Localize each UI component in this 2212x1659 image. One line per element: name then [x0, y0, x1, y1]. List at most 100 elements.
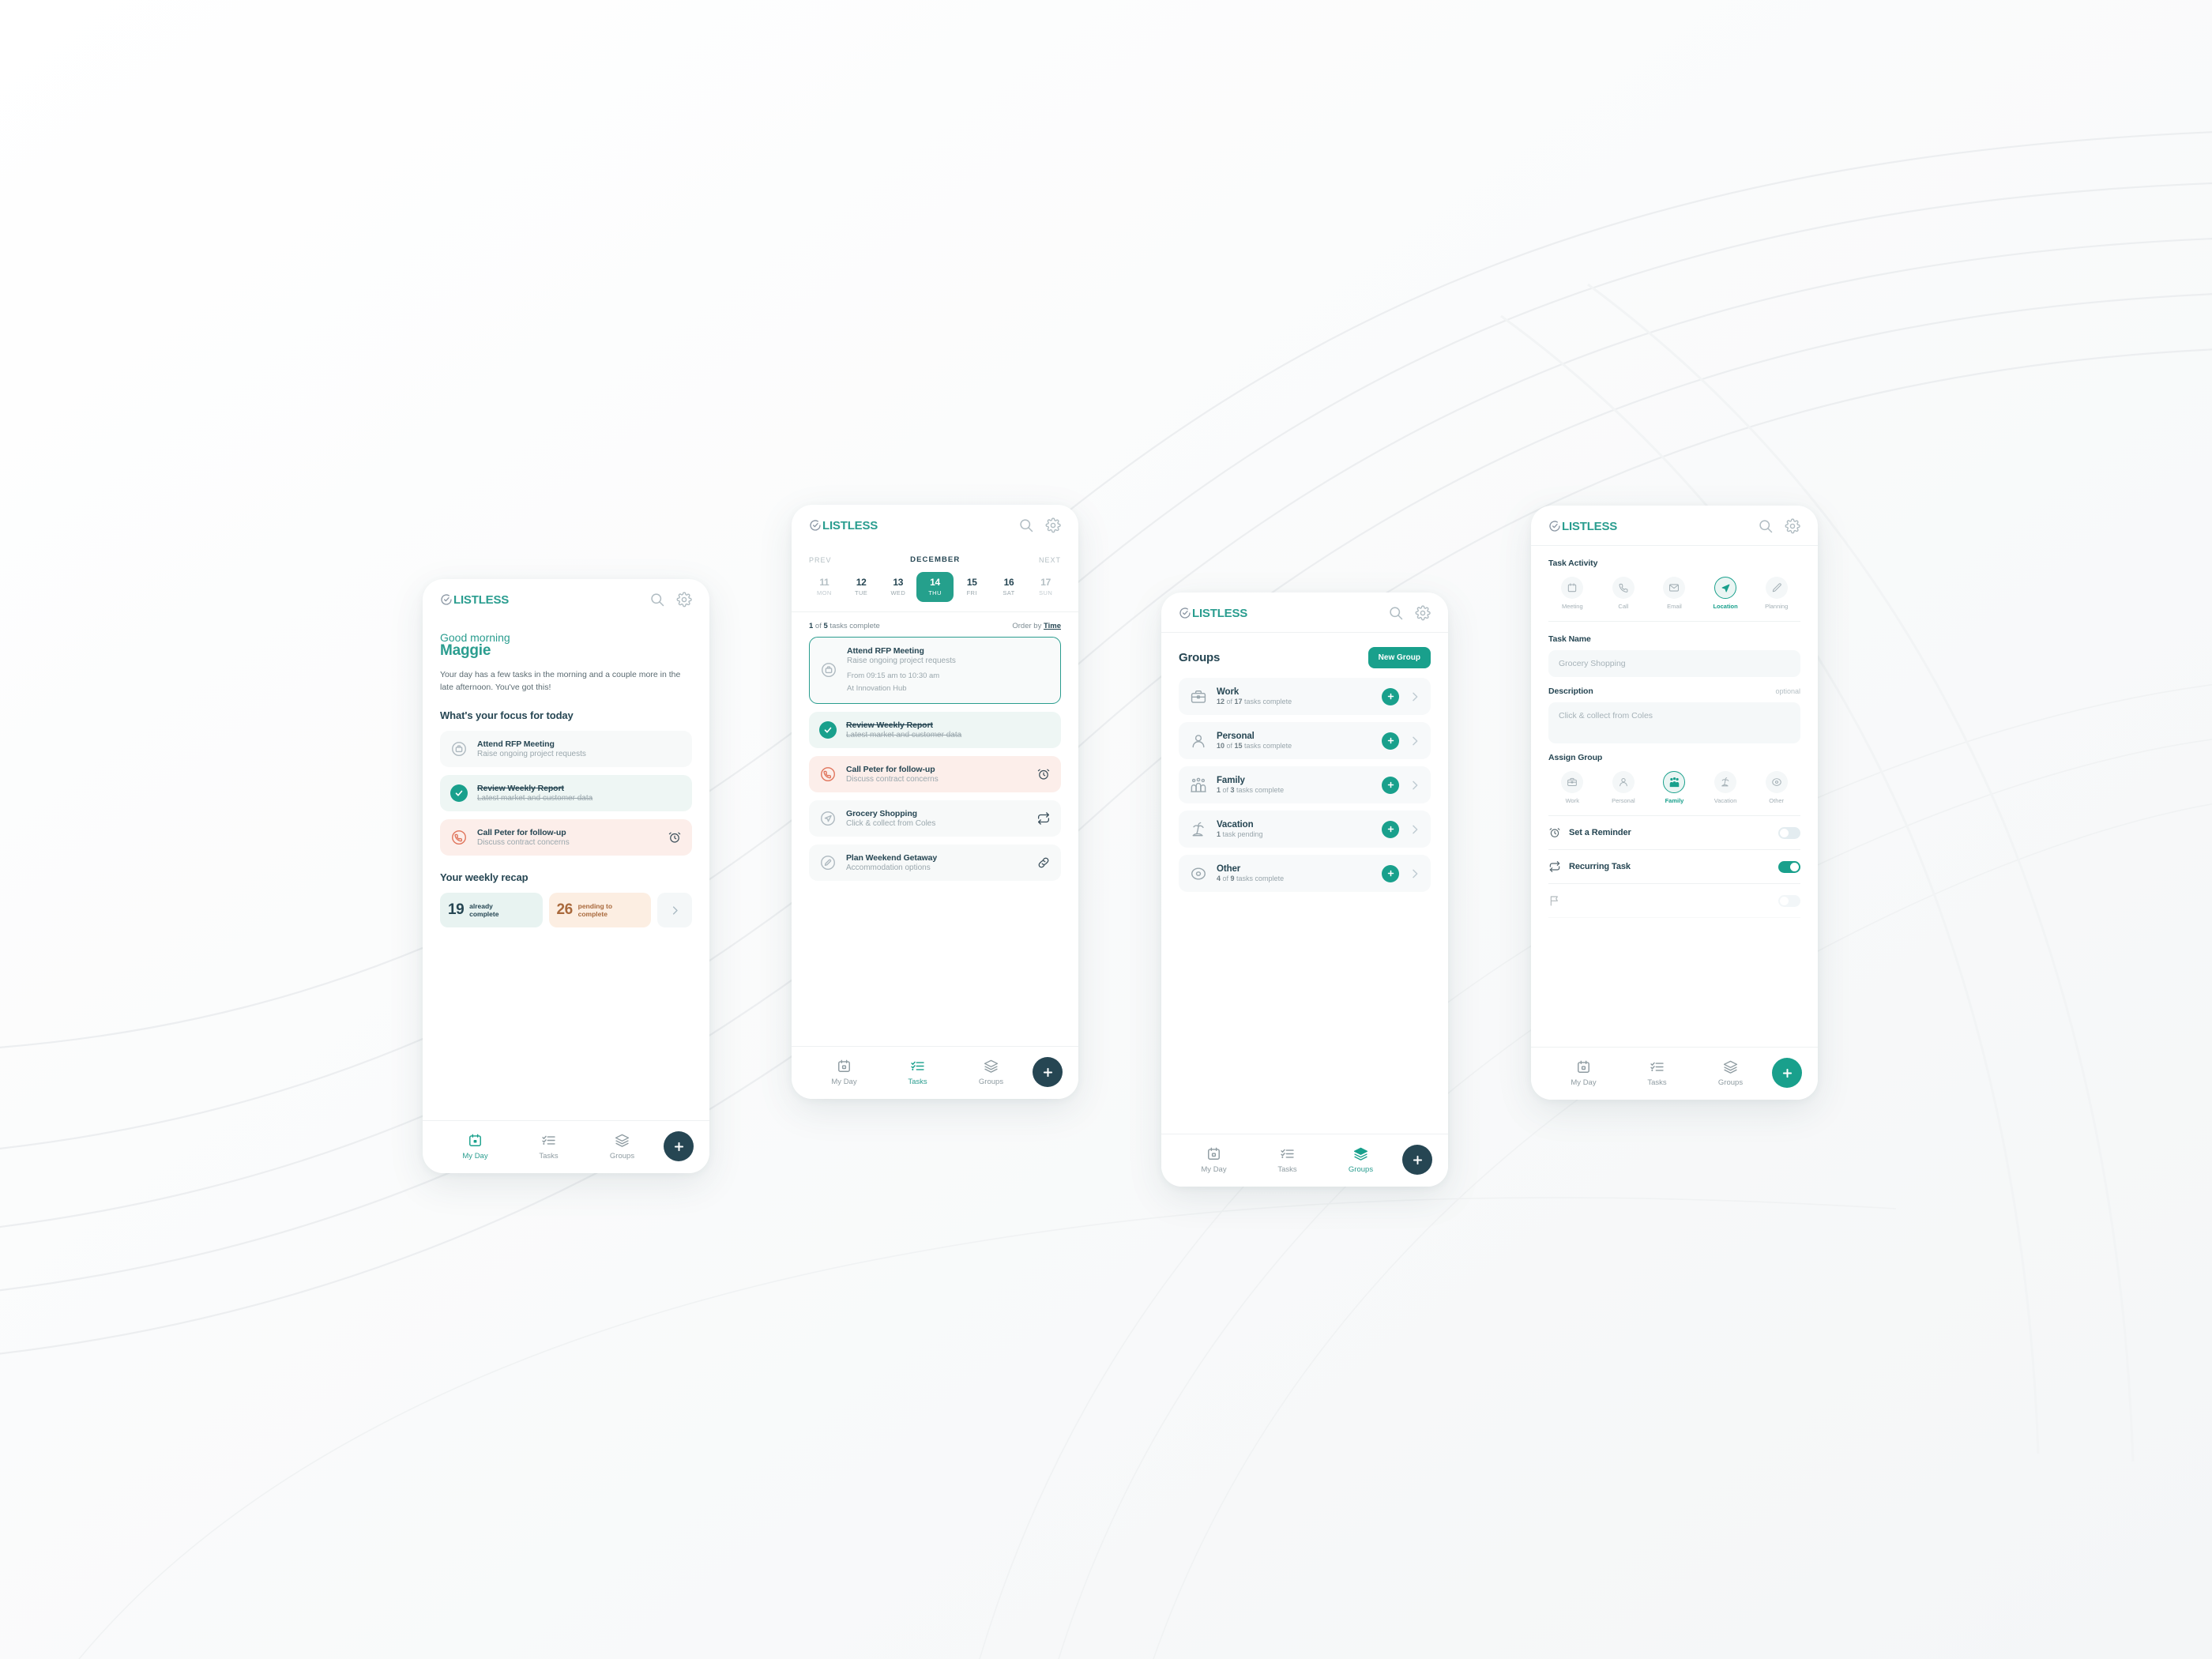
nav-label: My Day: [831, 1077, 857, 1086]
description-input[interactable]: Click & collect from Coles: [1548, 702, 1800, 743]
task-review-weekly-report[interactable]: Review Weekly Report Latest market and c…: [809, 711, 1061, 748]
stat-pending-complete[interactable]: 26 pending to complete: [548, 893, 651, 928]
layers-icon: [1353, 1147, 1368, 1161]
task-plan-weekend-getaway[interactable]: Plan Weekend Getaway Accommodation optio…: [809, 844, 1061, 881]
new-group-button[interactable]: New Group: [1367, 647, 1431, 668]
focus-section: What's your focus for today Attend RFP M…: [423, 709, 709, 856]
search-icon[interactable]: [1388, 605, 1404, 621]
nav-item-my-day[interactable]: My Day: [1547, 1059, 1620, 1087]
calendar-prev-button[interactable]: PREV: [809, 556, 832, 564]
task-grocery-shopping[interactable]: Grocery Shopping Click & collect from Co…: [809, 799, 1061, 837]
task-text: Review Weekly Report Latest market and c…: [477, 784, 682, 803]
plus-icon: [1782, 1068, 1792, 1078]
toggle-label: Set a Reminder: [1569, 828, 1631, 837]
add-to-group-button[interactable]: [1382, 864, 1399, 882]
add-to-group-button[interactable]: [1382, 776, 1399, 794]
calendar-day-12[interactable]: 12 TUE: [843, 572, 880, 602]
search-icon[interactable]: [1018, 517, 1034, 533]
calendar-next-button[interactable]: NEXT: [1039, 556, 1061, 564]
group-name: Personal: [1217, 732, 1255, 741]
recurring-task-switch[interactable]: [1778, 860, 1800, 873]
add-task-fab[interactable]: [664, 1131, 694, 1161]
nav-item-my-day[interactable]: My Day: [807, 1059, 881, 1086]
stat-label-line2: complete: [577, 910, 608, 919]
set-reminder-switch[interactable]: [1778, 826, 1800, 839]
nav-item-groups[interactable]: Groups: [954, 1059, 1028, 1086]
calendar-day-16[interactable]: 16 SAT: [991, 572, 1028, 602]
activity-chip-meeting[interactable]: Meeting: [1548, 577, 1597, 610]
calendar-day-14-selected[interactable]: 14 THU: [916, 572, 954, 602]
group-chip-other[interactable]: Other: [1752, 771, 1800, 804]
toggle-recurring-task-row[interactable]: Recurring Task: [1548, 850, 1800, 884]
nav-item-groups[interactable]: Groups: [1694, 1059, 1767, 1087]
group-chip-vacation[interactable]: Vacation: [1702, 771, 1750, 804]
toggle-set-reminder-row[interactable]: Set a Reminder: [1548, 816, 1800, 850]
gear-icon[interactable]: [1415, 605, 1431, 621]
task-attend-rfp-meeting[interactable]: Attend RFP Meeting Raise ongoing project…: [809, 637, 1061, 704]
group-row-other[interactable]: Other 4 of 9 tasks complete: [1179, 855, 1431, 892]
envelope-icon: [1669, 584, 1680, 592]
nav-item-tasks[interactable]: Tasks: [512, 1133, 585, 1161]
add-to-group-button[interactable]: [1382, 820, 1399, 838]
alarm-icon[interactable]: [1036, 767, 1051, 781]
gear-icon[interactable]: [1045, 517, 1061, 533]
group-row-vacation[interactable]: Vacation 1 task pending: [1179, 811, 1431, 848]
activity-chip-email[interactable]: Email: [1650, 577, 1698, 610]
toggle-row-partially-hidden[interactable]: [1548, 884, 1800, 918]
calendar-day-11[interactable]: 11 MON: [806, 572, 843, 602]
hidden-switch[interactable]: [1778, 894, 1800, 907]
add-task-fab[interactable]: [1402, 1145, 1432, 1175]
recap-more-button[interactable]: [657, 893, 692, 928]
calendar-day-15[interactable]: 15 FRI: [954, 572, 991, 602]
chevron-right-icon[interactable]: [1409, 867, 1421, 880]
add-task-fab[interactable]: [1772, 1058, 1802, 1088]
add-to-group-button[interactable]: [1382, 732, 1399, 750]
task-call-peter[interactable]: Call Peter for follow-up Discuss contrac…: [809, 755, 1061, 792]
nav-item-tasks[interactable]: Tasks: [881, 1059, 954, 1086]
bottom-navigation: My Day Tasks Groups: [1531, 1047, 1818, 1100]
stat-already-complete[interactable]: 19 already complete: [440, 893, 543, 928]
day-summary-text: Your day has a few tasks in the morning …: [440, 670, 681, 692]
calendar-day-17[interactable]: 17 SUN: [1027, 572, 1064, 602]
nav-item-my-day[interactable]: My Day: [438, 1133, 512, 1161]
group-chip-personal[interactable]: Personal: [1600, 771, 1648, 804]
chevron-right-icon[interactable]: [1409, 823, 1421, 836]
chevron-right-icon[interactable]: [1409, 735, 1421, 747]
group-row-family[interactable]: Family 1 of 3 tasks complete: [1179, 766, 1431, 803]
activity-chip-location[interactable]: Location: [1702, 577, 1750, 610]
calendar-month-label: DECEMBER: [910, 555, 961, 564]
nav-item-groups[interactable]: Groups: [1324, 1146, 1398, 1174]
task-name-input[interactable]: Grocery Shopping: [1548, 650, 1800, 677]
group-row-personal[interactable]: Personal 10 of 15 tasks complete: [1179, 722, 1431, 759]
order-by-control[interactable]: Order by Time: [1012, 622, 1061, 630]
activity-chip-planning[interactable]: Planning: [1752, 577, 1800, 610]
gear-icon[interactable]: [1785, 518, 1800, 534]
alarm-icon[interactable]: [668, 830, 682, 845]
calendar-day-13[interactable]: 13 WED: [879, 572, 916, 602]
group-chip-work[interactable]: Work: [1548, 771, 1597, 804]
group-chip-family[interactable]: Family: [1650, 771, 1698, 804]
task-list[interactable]: Attend RFP Meeting Raise ongoing project…: [792, 637, 1078, 1046]
focus-task-attend-rfp-meeting[interactable]: Attend RFP Meeting Raise ongoing project…: [440, 731, 692, 768]
group-row-work[interactable]: Work 12 of 17 tasks complete: [1179, 678, 1431, 715]
add-task-fab[interactable]: [1033, 1057, 1063, 1087]
nav-item-tasks[interactable]: Tasks: [1251, 1146, 1324, 1174]
link-icon[interactable]: [1036, 856, 1051, 870]
nav-item-my-day[interactable]: My Day: [1177, 1146, 1251, 1174]
repeat-icon[interactable]: [1036, 811, 1051, 826]
add-to-group-button[interactable]: [1382, 687, 1399, 705]
nav-item-groups[interactable]: Groups: [585, 1133, 659, 1161]
activity-chip-call[interactable]: Call: [1600, 577, 1648, 610]
chevron-right-icon[interactable]: [1409, 779, 1421, 792]
palm-icon: [1192, 822, 1204, 836]
nav-item-tasks[interactable]: Tasks: [1620, 1059, 1694, 1087]
focus-task-review-weekly-report[interactable]: Review Weekly Report Latest market and c…: [440, 775, 692, 812]
order-by-value[interactable]: Time: [1044, 622, 1061, 630]
app-bar-actions: [1018, 517, 1061, 533]
chevron-right-icon[interactable]: [1409, 690, 1421, 703]
search-icon[interactable]: [1758, 518, 1774, 534]
gear-icon[interactable]: [676, 592, 692, 608]
search-icon[interactable]: [649, 592, 665, 608]
focus-task-call-peter[interactable]: Call Peter for follow-up Discuss contrac…: [440, 819, 692, 856]
task-title: Review Weekly Report: [477, 784, 564, 794]
